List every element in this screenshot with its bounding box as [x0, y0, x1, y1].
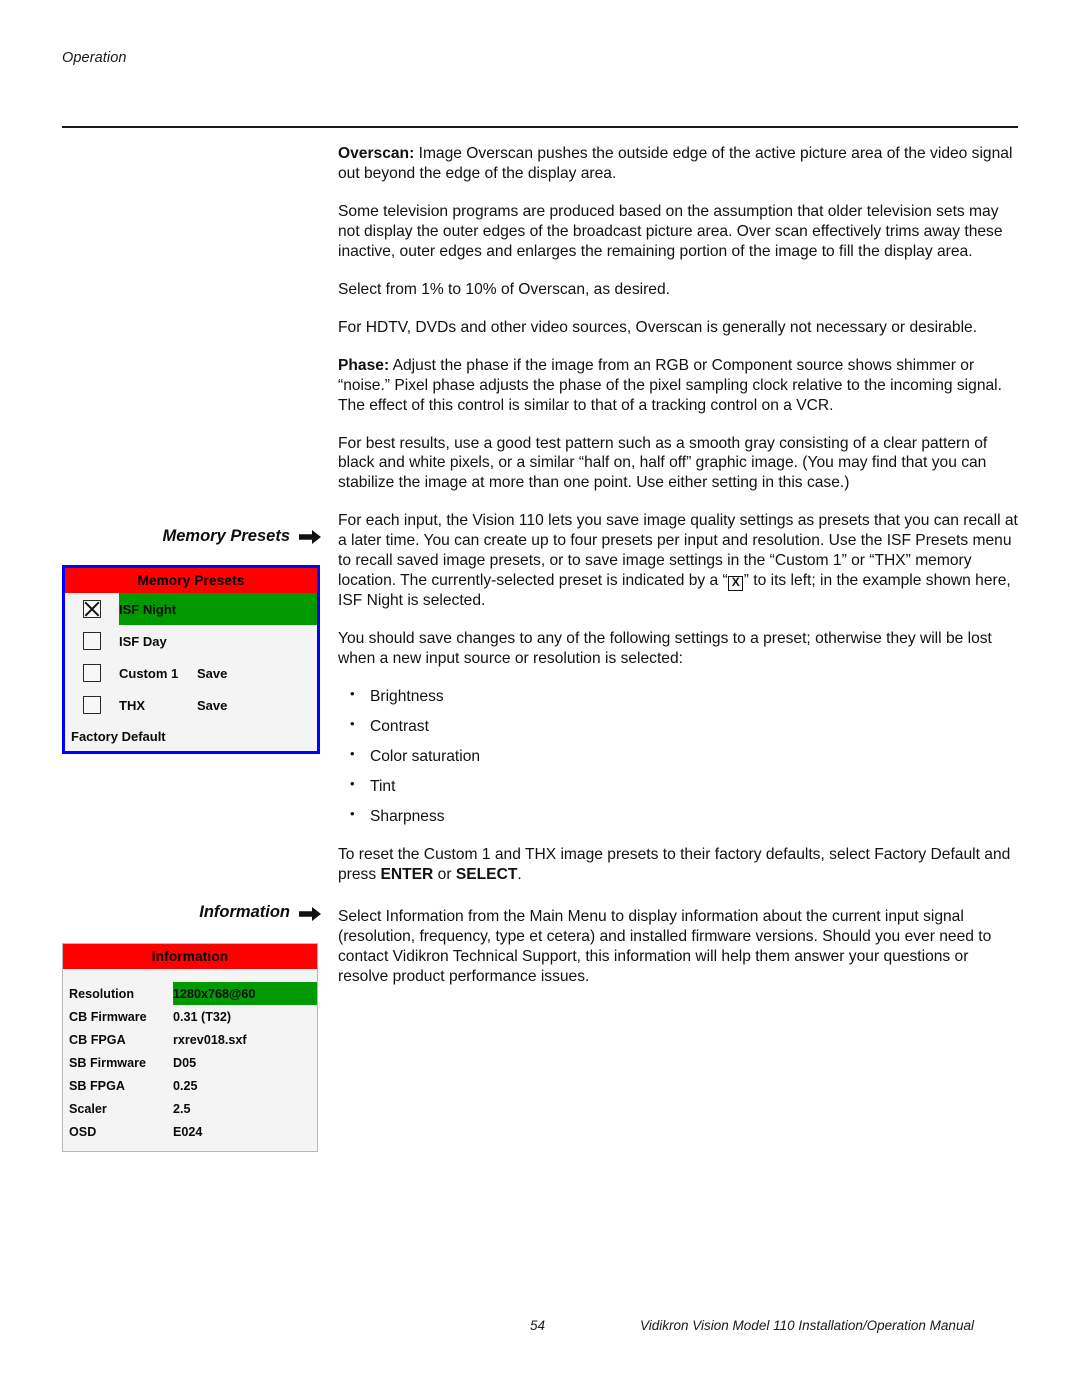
- info-value: E024: [173, 1124, 203, 1139]
- settings-bullet-list: Brightness Contrast Color saturation Tin…: [338, 686, 1022, 827]
- body-text-column: Overscan: Image Overscan pushes the outs…: [338, 144, 1022, 987]
- info-row-cb-firmware: CB Firmware 0.31 (T32): [63, 1005, 317, 1028]
- header-divider: [62, 126, 1018, 128]
- checkbox-cell-custom-1[interactable]: [65, 664, 119, 682]
- osd-information-bottom-spacer: [63, 1143, 317, 1151]
- overscan-text: Image Overscan pushes the outside edge o…: [338, 145, 1013, 182]
- info-key: Scaler: [69, 1101, 107, 1116]
- osd-information-panel: Information Resolution 1280x768@60 CB Fi…: [62, 943, 318, 1152]
- select-key-label: SELECT: [455, 865, 518, 883]
- checkbox-cell-isf-day[interactable]: [65, 632, 119, 650]
- info-row-sb-firmware: SB Firmware D05: [63, 1051, 317, 1074]
- running-head: Operation: [62, 50, 127, 66]
- info-key: CB FPGA: [69, 1032, 126, 1047]
- callout-label-information: Information: [199, 903, 290, 921]
- info-key: OSD: [69, 1124, 97, 1139]
- document-page: Operation Overscan: Image Overscan pushe…: [0, 0, 1080, 1397]
- paragraph-overscan: Overscan: Image Overscan pushes the outs…: [338, 144, 1022, 184]
- menu-item-thx[interactable]: THX Save: [65, 689, 317, 721]
- paragraph-save-warning: You should save changes to any of the fo…: [338, 630, 992, 668]
- menu-item-save-label[interactable]: Save: [197, 666, 227, 681]
- menu-item-custom-1-fill[interactable]: Custom 1 Save: [119, 657, 317, 689]
- paragraph-factory-reset: To reset the Custom 1 and THX image pres…: [338, 845, 1022, 885]
- paragraph-information: Select Information from the Main Menu to…: [338, 907, 992, 985]
- info-key: Resolution: [69, 986, 135, 1001]
- list-item: Brightness: [338, 686, 1022, 707]
- menu-item-save-label[interactable]: Save: [197, 698, 227, 713]
- menu-item-label: ISF Night: [119, 601, 177, 617]
- checkbox-x-glyph-icon: X: [728, 576, 744, 592]
- checkbox-unchecked-icon[interactable]: [83, 664, 101, 682]
- checkbox-cell-thx[interactable]: [65, 696, 119, 714]
- menu-item-custom-1[interactable]: Custom 1 Save: [65, 657, 317, 689]
- info-row-cb-fpga: CB FPGA rxrev018.sxf: [63, 1028, 317, 1051]
- list-item: Tint: [338, 776, 1022, 797]
- paragraph-presets-intro: For each input, the Vision 110 lets you …: [338, 511, 1022, 611]
- info-value: D05: [173, 1055, 197, 1070]
- footer-manual-title: Vidikron Vision Model 110 Installation/O…: [640, 1318, 974, 1333]
- page-number: 54: [530, 1318, 546, 1333]
- list-item: Contrast: [338, 716, 1022, 737]
- osd-memory-presets-panel: Memory Presets ISF Night ISF Day Custom …: [62, 565, 320, 754]
- phase-lead: Phase:: [338, 356, 390, 374]
- info-value: 0.25: [173, 1078, 198, 1093]
- menu-item-label: THX: [119, 697, 145, 713]
- info-row-scaler: Scaler 2.5: [63, 1097, 317, 1120]
- info-key: SB FPGA: [69, 1078, 125, 1093]
- callout-label-memory-presets: Memory Presets: [162, 527, 290, 545]
- info-value: 1280x768@60: [173, 982, 317, 1005]
- paragraph-overscan-range: Select from 1% to 10% of Overscan, as de…: [338, 280, 670, 298]
- menu-item-label: Custom 1: [119, 665, 179, 681]
- info-value: 0.31 (T32): [173, 1009, 232, 1024]
- paragraph-overscan-detail: Some television programs are produced ba…: [338, 202, 1003, 260]
- list-item: Color saturation: [338, 746, 1022, 767]
- phase-text: Adjust the phase if the image from an RG…: [338, 356, 1002, 414]
- checkbox-unchecked-icon[interactable]: [83, 696, 101, 714]
- menu-item-isf-night-fill[interactable]: ISF Night: [119, 593, 317, 625]
- paragraph-phase: Phase: Adjust the phase if the image fro…: [338, 356, 1022, 416]
- osd-information-title: Information: [63, 944, 317, 969]
- checkbox-unchecked-icon[interactable]: [83, 632, 101, 650]
- menu-item-thx-fill[interactable]: THX Save: [119, 689, 317, 721]
- menu-item-isf-day[interactable]: ISF Day: [65, 625, 317, 657]
- info-value: 2.5: [173, 1101, 191, 1116]
- menu-item-factory-default[interactable]: Factory Default: [65, 721, 317, 751]
- list-item: Sharpness: [338, 806, 1022, 827]
- osd-memory-presets-title: Memory Presets: [65, 568, 317, 593]
- info-key: SB Firmware: [69, 1055, 146, 1070]
- menu-item-isf-night[interactable]: ISF Night: [65, 593, 317, 625]
- menu-item-label: ISF Day: [119, 633, 167, 649]
- factory-reset-conjunction: or: [433, 865, 456, 883]
- callout-arrow-icon-memory-presets: [299, 530, 321, 544]
- callout-arrow-icon-information: [299, 907, 321, 921]
- factory-reset-part2: .: [517, 865, 522, 883]
- info-value: rxrev018.sxf: [173, 1032, 247, 1047]
- info-key: CB Firmware: [69, 1009, 147, 1024]
- info-row-osd: OSD E024: [63, 1120, 317, 1143]
- overscan-lead: Overscan:: [338, 145, 415, 162]
- info-row-resolution: Resolution 1280x768@60: [63, 982, 317, 1005]
- checkbox-cell-isf-night[interactable]: [65, 600, 119, 618]
- enter-key-label: ENTER: [380, 865, 434, 883]
- osd-information-spacer: [63, 969, 317, 982]
- info-row-sb-fpga: SB FPGA 0.25: [63, 1074, 317, 1097]
- paragraph-phase-detail: For best results, use a good test patter…: [338, 434, 988, 492]
- checkbox-checked-icon[interactable]: [83, 600, 101, 618]
- menu-item-isf-day-fill[interactable]: ISF Day: [119, 625, 317, 657]
- paragraph-overscan-hdtv: For HDTV, DVDs and other video sources, …: [338, 318, 978, 336]
